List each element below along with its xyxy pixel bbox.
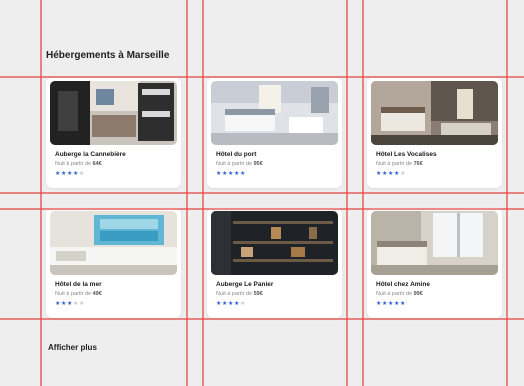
star-empty-icon: ★	[239, 301, 246, 307]
dim-bedroom-photo	[371, 81, 498, 145]
hotel-card[interactable]: Hôtel chez Amine Nuit à partir de 99€ ★★…	[367, 208, 502, 318]
hotel-name: Hôtel chez Amine	[376, 281, 430, 288]
hotel-card[interactable]: Hôtel Les Vocalises Nuit à partir de 76€…	[367, 78, 502, 188]
star-rating: ★★★★★	[376, 300, 406, 308]
star-filled-icon: ★	[399, 301, 406, 307]
hotel-price: Nuit à partir de 64€	[55, 161, 102, 167]
hotel-grid: Auberge la Cannebière Nuit à partir de 6…	[46, 78, 506, 318]
hotel-card[interactable]: Auberge Le Panier Nuit à partir de 59€ ★…	[207, 208, 342, 318]
dark-shelves-photo	[211, 211, 338, 275]
star-rating: ★★★★★	[216, 170, 246, 178]
hotel-name: Auberge Le Panier	[216, 281, 274, 288]
star-rating: ★★★★★	[376, 170, 406, 178]
bunk-room-photo	[50, 81, 177, 145]
guide-line	[0, 318, 524, 320]
guide-line	[0, 192, 524, 194]
sea-art-bedroom-photo	[50, 211, 177, 275]
hotel-price: Nuit à partir de 95€	[216, 161, 263, 167]
guide-line	[0, 208, 524, 210]
guide-line	[0, 76, 524, 78]
star-empty-icon: ★	[399, 171, 406, 177]
hotel-card[interactable]: Hôtel du port Nuit à partir de 95€ ★★★★★	[207, 78, 342, 188]
star-empty-icon: ★	[78, 171, 85, 177]
bright-bedroom-photo	[211, 81, 338, 145]
page-title: Hébergements à Marseille	[46, 50, 170, 61]
star-empty-icon: ★	[78, 301, 85, 307]
window-bedroom-photo	[371, 211, 498, 275]
hotel-name: Hôtel du port	[216, 151, 257, 158]
hotel-price: Nuit à partir de 99€	[376, 291, 423, 297]
hotel-card[interactable]: Hôtel de la mer Nuit à partir de 49€ ★★★…	[46, 208, 181, 318]
hotel-price: Nuit à partir de 49€	[55, 291, 102, 297]
hotel-name: Hôtel Les Vocalises	[376, 151, 437, 158]
star-rating: ★★★★★	[55, 300, 85, 308]
hotel-name: Hôtel de la mer	[55, 281, 102, 288]
hotel-price: Nuit à partir de 59€	[216, 291, 263, 297]
show-more-button[interactable]: Afficher plus	[48, 343, 97, 352]
hotel-name: Auberge la Cannebière	[55, 151, 126, 158]
star-rating: ★★★★★	[216, 300, 246, 308]
hotel-price: Nuit à partir de 76€	[376, 161, 423, 167]
star-filled-icon: ★	[239, 171, 246, 177]
star-rating: ★★★★★	[55, 170, 85, 178]
hotel-card[interactable]: Auberge la Cannebière Nuit à partir de 6…	[46, 78, 181, 188]
